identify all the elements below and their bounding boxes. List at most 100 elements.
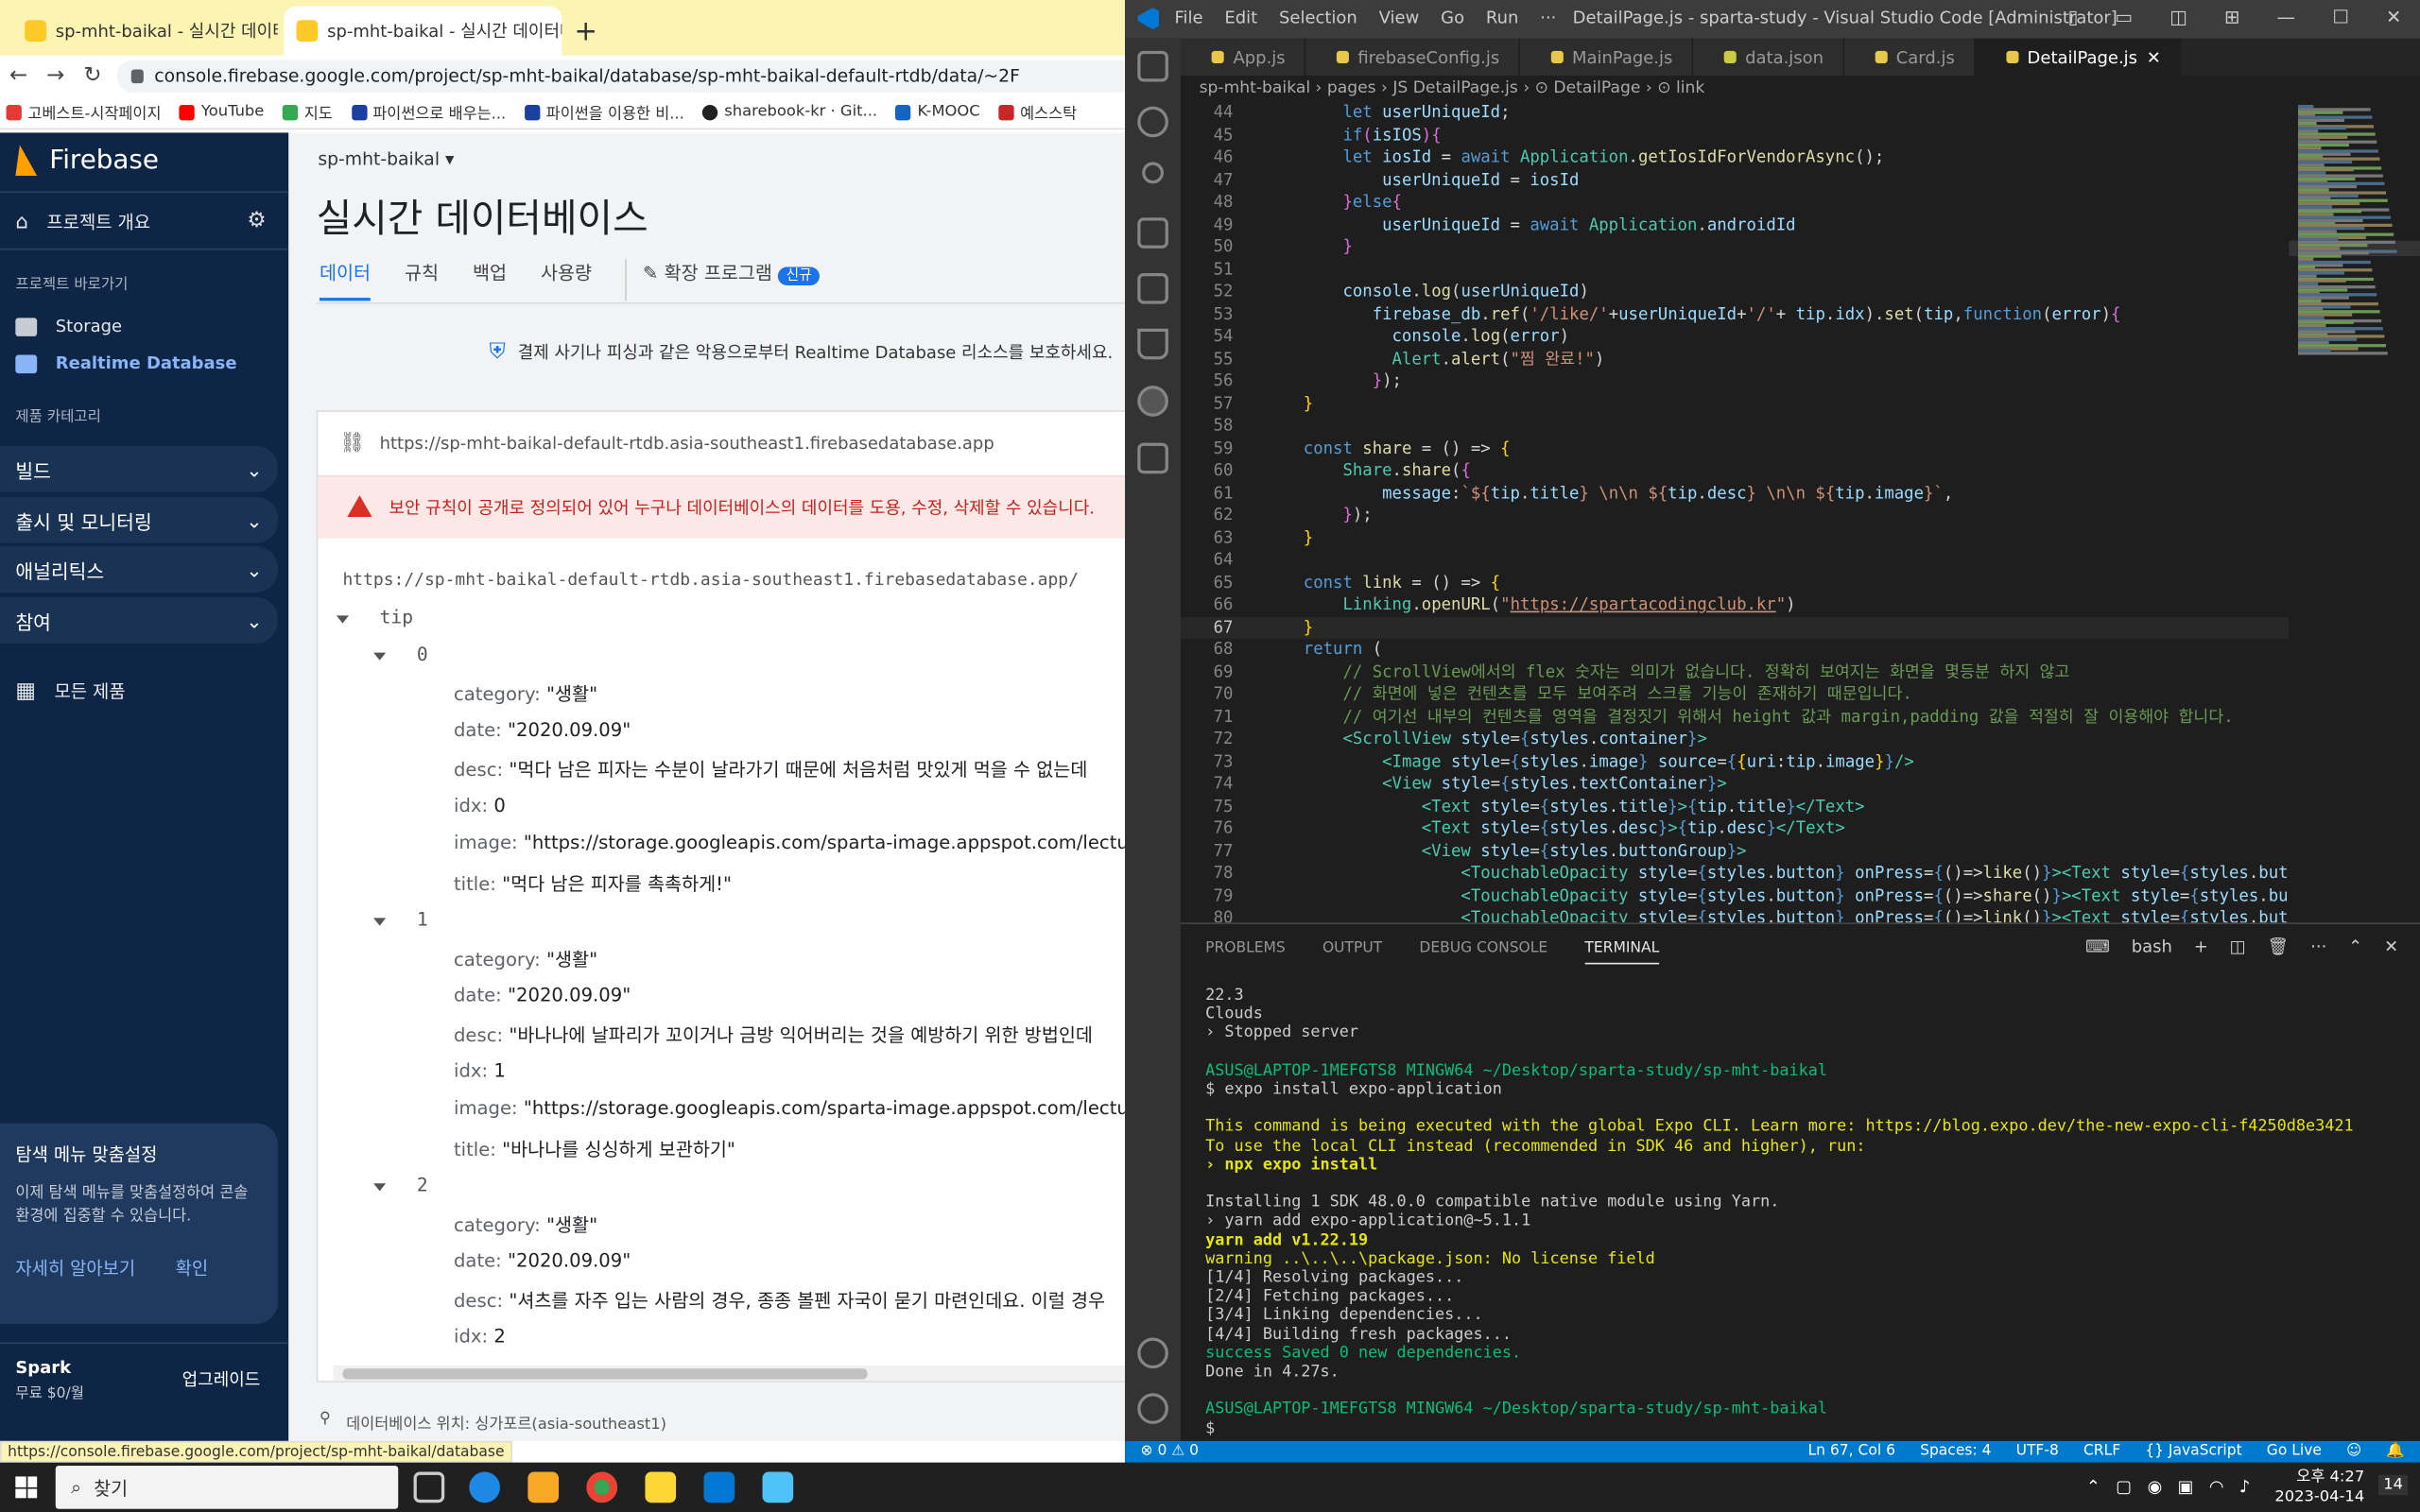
close-panel-icon[interactable]: ✕ (2384, 936, 2398, 956)
go-live-button[interactable]: Go Live (2267, 1443, 2322, 1460)
code-line[interactable]: 56 }); (1181, 370, 2289, 393)
extensions-icon[interactable] (1137, 272, 1168, 304)
tab-problems[interactable]: PROBLEMS (1205, 939, 1286, 964)
code-line[interactable]: 64 (1181, 549, 2289, 572)
notifications-bell-icon[interactable]: 🔔 (2386, 1443, 2404, 1460)
app-icon[interactable] (762, 1471, 794, 1503)
start-button[interactable] (15, 1476, 38, 1499)
code-line[interactable]: 69 // ScrollView에서의 flex 숫자는 의미가 없습니다. 정… (1181, 662, 2289, 684)
customize-layout-icon[interactable]: ⊞ (2224, 7, 2239, 28)
menu-selection[interactable]: Selection (1279, 8, 1357, 27)
settings-gear-icon[interactable]: ⚙ (247, 208, 267, 232)
tree-node-key[interactable]: 1 (417, 909, 428, 931)
settings-gear-icon[interactable] (1137, 1393, 1168, 1424)
project-overview-link[interactable]: ⌂ 프로젝트 개요 (15, 210, 150, 234)
code-line[interactable]: 47 userUniqueId = iosId (1181, 169, 2289, 192)
tree-field-title[interactable]: title: "바나나를 싱싱하게 보관하기" (454, 1135, 735, 1161)
tab-terminal[interactable]: TERMINAL (1584, 939, 1660, 965)
maximize-icon[interactable]: ☐ (2332, 7, 2349, 28)
new-tab-icon[interactable]: + (574, 15, 597, 47)
tab-firebaseconfig-js[interactable]: firebaseConfig.js (1305, 38, 1520, 76)
close-tab-icon[interactable]: ✕ (2147, 47, 2161, 67)
tree-node-tip[interactable]: tip (380, 607, 413, 628)
horizontal-scrollbar[interactable] (333, 1365, 1126, 1382)
learn-more-link[interactable]: 자세히 알아보기 (15, 1256, 135, 1280)
encoding[interactable]: UTF-8 (2016, 1443, 2059, 1460)
reload-icon[interactable]: ↻ (74, 63, 111, 88)
tab-backups[interactable]: 백업 (473, 259, 507, 301)
menu-run[interactable]: Run (1486, 8, 1518, 27)
bookmark[interactable]: K-MOOC (895, 103, 980, 120)
volume-icon[interactable]: ♪ (2239, 1476, 2250, 1496)
taskbar-search[interactable]: ⌕ 찾기 (55, 1466, 399, 1509)
kakaotalk-icon[interactable] (645, 1471, 677, 1503)
address-bar[interactable]: console.firebase.google.com/project/sp-m… (117, 60, 1126, 93)
code-line[interactable]: 48 }else{ (1181, 191, 2289, 214)
code-line[interactable]: 52 console.log(userUniqueId) (1181, 281, 2289, 303)
menu-edit[interactable]: Edit (1224, 8, 1257, 27)
code-line[interactable]: 50 } (1181, 236, 2289, 259)
code-line[interactable]: 79 <TouchableOpacity style={styles.butto… (1181, 885, 2290, 907)
back-icon[interactable]: ← (0, 63, 37, 88)
tab-detailpage-js[interactable]: DetailPage.js ✕ (1975, 38, 2182, 76)
code-line[interactable]: 60 Share.share({ (1181, 460, 2289, 483)
confirm-link[interactable]: 확인 (176, 1256, 209, 1280)
tab-data[interactable]: 데이터 (319, 259, 372, 301)
bookmark[interactable]: 파이썬을 이용한 비... (524, 100, 684, 124)
code-line[interactable]: 76 <Text style={styles.desc}>{tip.desc}<… (1181, 817, 2289, 840)
bookmark[interactable]: sharebook-kr · Git... (702, 103, 877, 120)
testing-icon[interactable] (1137, 328, 1168, 360)
vscode-taskbar-icon[interactable] (703, 1471, 735, 1503)
tree-node-key[interactable]: 0 (417, 644, 428, 665)
code-line[interactable]: 66 Linking.openURL("https://spartacoding… (1181, 594, 2289, 617)
search-icon[interactable] (1137, 106, 1168, 138)
accordion-release[interactable]: 출시 및 모니터링 ⌄ (0, 496, 278, 543)
code-editor[interactable]: 44 let userUniqueId; 45 if(isIOS){46 let … (1180, 102, 2290, 923)
chrome-icon[interactable] (586, 1471, 618, 1503)
menu-file[interactable]: File (1174, 8, 1202, 27)
tree-field-idx[interactable]: idx: 0 (454, 794, 506, 816)
language-mode[interactable]: {} JavaScript (2145, 1443, 2241, 1460)
layout-icon[interactable]: ◫ (2169, 7, 2187, 28)
task-view-icon[interactable] (413, 1471, 445, 1503)
code-line[interactable]: 58 (1181, 415, 2289, 438)
code-line[interactable]: 65 const link = () => { (1181, 572, 2289, 594)
tab-usage[interactable]: 사용량 (541, 259, 592, 301)
json-icon[interactable] (1137, 386, 1168, 417)
file-explorer-icon[interactable] (527, 1471, 560, 1503)
wifi-icon[interactable]: ◠ (2209, 1476, 2224, 1496)
sidebar-item-realtime-database[interactable]: Realtime Database (15, 353, 237, 373)
code-line[interactable]: 45 if(isIOS){ (1181, 124, 2289, 146)
tree-field-category[interactable]: category: "생활" (454, 680, 597, 707)
bookmark[interactable]: 지도 (282, 100, 333, 124)
extension-4-icon[interactable] (1137, 442, 1168, 474)
tab-extensions[interactable]: ✎ 확장 프로그램 신규 (625, 259, 820, 301)
tree-field-desc[interactable]: desc: "먹다 남은 피자는 수분이 날라가기 때문에 처음처럼 맛있게 먹… (454, 756, 1087, 782)
expand-caret-icon[interactable] (373, 652, 387, 661)
minimap-slider[interactable] (2289, 240, 2420, 257)
menu-more[interactable]: ··· (1540, 8, 1556, 27)
tree-field-date[interactable]: date: "2020.09.09" (454, 984, 631, 1005)
chrome-tab-1[interactable]: sp-mht-baikal - 실시간 데이터베✕ (12, 7, 278, 56)
minimap[interactable] (2289, 101, 2420, 923)
bookmark[interactable]: YouTube (180, 103, 264, 120)
scrollbar-thumb[interactable] (342, 1368, 868, 1380)
edge-icon[interactable] (469, 1471, 500, 1503)
code-line[interactable]: 72 <ScrollView style={styles.container}> (1181, 729, 2289, 751)
upgrade-button[interactable]: 업그레이드 (182, 1367, 261, 1392)
problems-count[interactable]: ⊗ 0 ⚠ 0 (1141, 1443, 1199, 1460)
tree-field-date[interactable]: date: "2020.09.09" (454, 1249, 631, 1271)
tree-field-idx[interactable]: idx: 2 (454, 1325, 506, 1347)
code-line[interactable]: 46 let iosId = await Application.getIosI… (1181, 146, 2289, 169)
tray-icon[interactable]: ▢ (2116, 1476, 2132, 1496)
bookmark[interactable]: 고베스트-시작페이지 (6, 100, 162, 124)
code-line[interactable]: 78 <TouchableOpacity style={styles.butto… (1181, 863, 2290, 885)
menu-go[interactable]: Go (1441, 8, 1464, 27)
tab-app-js[interactable]: App.js (1180, 38, 1305, 76)
tab-mainpage-js[interactable]: MainPage.js (1519, 38, 1693, 76)
tree-field-category[interactable]: category: "생활" (454, 1211, 597, 1238)
chrome-tab-2[interactable]: sp-mht-baikal - 실시간 데이터베✕ (284, 6, 562, 56)
code-line[interactable]: 80 <TouchableOpacity style={styles.butto… (1181, 907, 2290, 923)
feedback-icon[interactable]: ☺ (2346, 1443, 2361, 1460)
close-icon[interactable]: ✕ (2386, 7, 2401, 28)
